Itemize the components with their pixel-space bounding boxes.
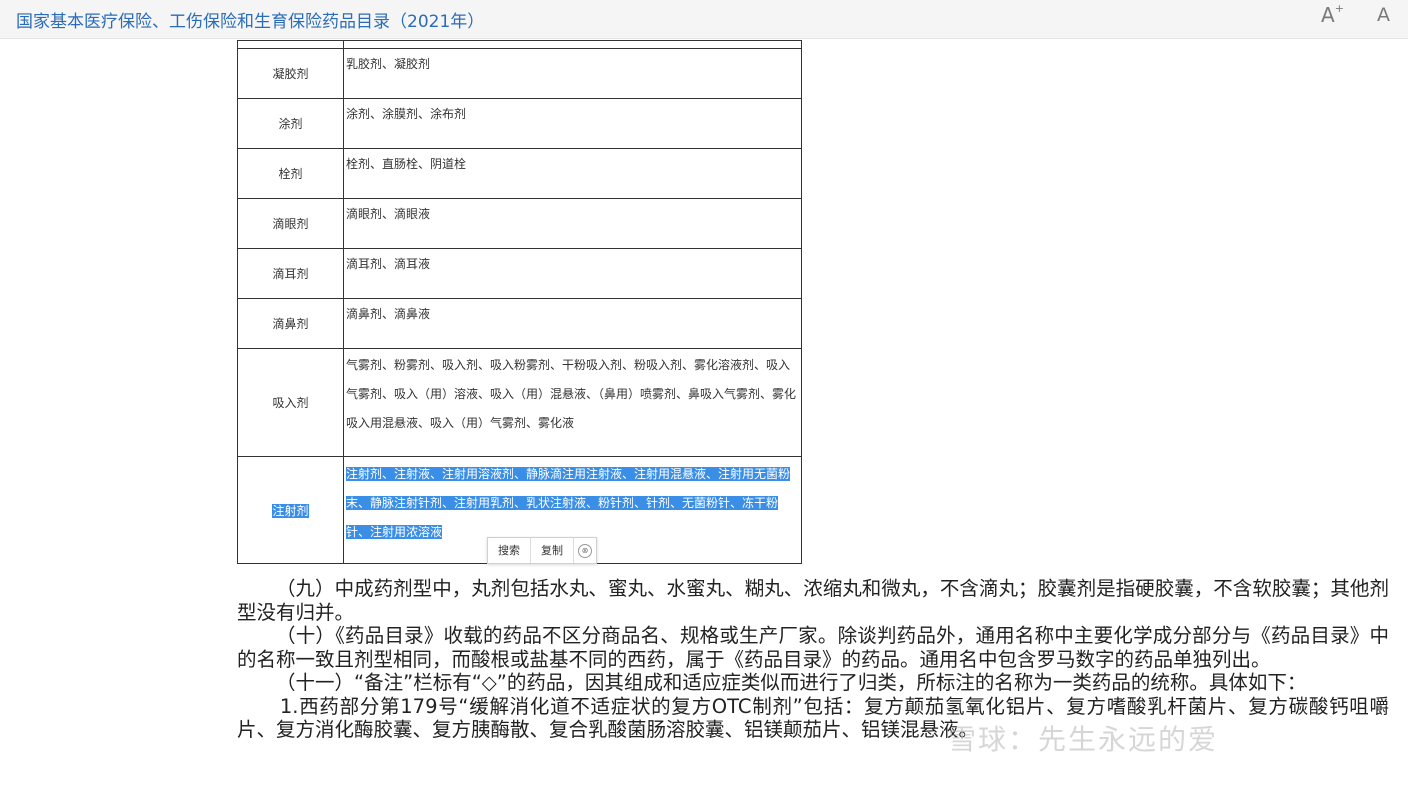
search-button[interactable]: 搜索 — [488, 538, 531, 563]
names-cell: 气雾剂、粉雾剂、吸入剂、吸入粉雾剂、干粉吸入剂、粉吸入剂、雾化溶液剂、吸入气雾剂… — [343, 348, 802, 457]
copy-button[interactable]: 复制 — [531, 538, 574, 563]
table-row: 滴鼻剂 滴鼻剂、滴鼻液 — [237, 298, 802, 349]
table-row: 栓剂 栓剂、直肠栓、阴道栓 — [237, 148, 802, 199]
table-row: 滴眼剂 滴眼剂、滴眼液 — [237, 198, 802, 249]
names-cell: 涂剂、涂膜剂、涂布剂 — [343, 98, 802, 149]
table-row: 滴耳剂 滴耳剂、滴耳液 — [237, 248, 802, 299]
close-menu-button[interactable]: ⊗ — [574, 538, 596, 563]
paragraph: （十一）“备注”栏标有“◇”的药品，因其组成和适应症类似而进行了归类，所标注的名… — [276, 671, 1307, 694]
names-cell — [343, 40, 802, 49]
selected-text[interactable]: 注射剂、注射液、注射用溶液剂、静脉滴注用注射液、注射用混悬液、注射用无菌粉末、静… — [346, 467, 791, 539]
table-row — [237, 40, 802, 49]
document-body: （九）中成药剂型中，丸剂包括水丸、蜜丸、水蜜丸、糊丸、浓缩丸和微丸，不含滴丸；胶… — [237, 577, 1389, 742]
names-cell: 滴眼剂、滴眼液 — [343, 198, 802, 249]
close-icon: ⊗ — [578, 543, 592, 558]
form-cell: 凝胶剂 — [237, 48, 344, 99]
table-row: 涂剂 涂剂、涂膜剂、涂布剂 — [237, 98, 802, 149]
names-cell: 滴鼻剂、滴鼻液 — [343, 298, 802, 349]
names-cell: 乳胶剂、凝胶剂 — [343, 48, 802, 99]
form-cell: 滴眼剂 — [237, 198, 344, 249]
document-title: 国家基本医疗保险、工伤保险和生育保险药品目录（2021年） — [16, 12, 485, 32]
table-row: 吸入剂 气雾剂、粉雾剂、吸入剂、吸入粉雾剂、干粉吸入剂、粉吸入剂、雾化溶液剂、吸… — [237, 348, 802, 457]
selection-context-menu: 搜索 复制 ⊗ — [487, 537, 597, 564]
form-cell — [237, 40, 344, 49]
form-cell: 栓剂 — [237, 148, 344, 199]
paragraph: 1.西药部分第179号“缓解消化道不适症状的复方OTC制剂”包括：复方颠茄氢氧化… — [237, 694, 1389, 742]
names-cell: 栓剂、直肠栓、阴道栓 — [343, 148, 802, 199]
top-bar: 国家基本医疗保险、工伤保险和生育保险药品目录（2021年） A+ A — [0, 0, 1408, 39]
paragraph: （九）中成药剂型中，丸剂包括水丸、蜜丸、水蜜丸、糊丸、浓缩丸和微丸，不含滴丸；胶… — [237, 577, 1389, 624]
paragraph: （十）《药品目录》收载的药品不区分商品名、规格或生产厂家。除谈判药品外，通用名称… — [237, 624, 1389, 671]
form-cell: 吸入剂 — [237, 348, 344, 457]
dosage-form-table: 凝胶剂 乳胶剂、凝胶剂 涂剂 涂剂、涂膜剂、涂布剂 栓剂 栓剂、直肠栓、阴道栓 … — [237, 40, 802, 564]
names-cell: 滴耳剂、滴耳液 — [343, 248, 802, 299]
table-row: 凝胶剂 乳胶剂、凝胶剂 — [237, 48, 802, 99]
form-cell: 滴耳剂 — [237, 248, 344, 299]
increase-font-button[interactable]: A+ — [1321, 2, 1344, 27]
increase-font-icon: A — [1321, 3, 1335, 27]
decrease-font-button[interactable]: A — [1377, 4, 1390, 26]
form-cell: 涂剂 — [237, 98, 344, 149]
form-cell[interactable]: 注射剂 — [237, 456, 344, 564]
selected-text[interactable]: 注射剂 — [272, 503, 309, 518]
form-cell: 滴鼻剂 — [237, 298, 344, 349]
